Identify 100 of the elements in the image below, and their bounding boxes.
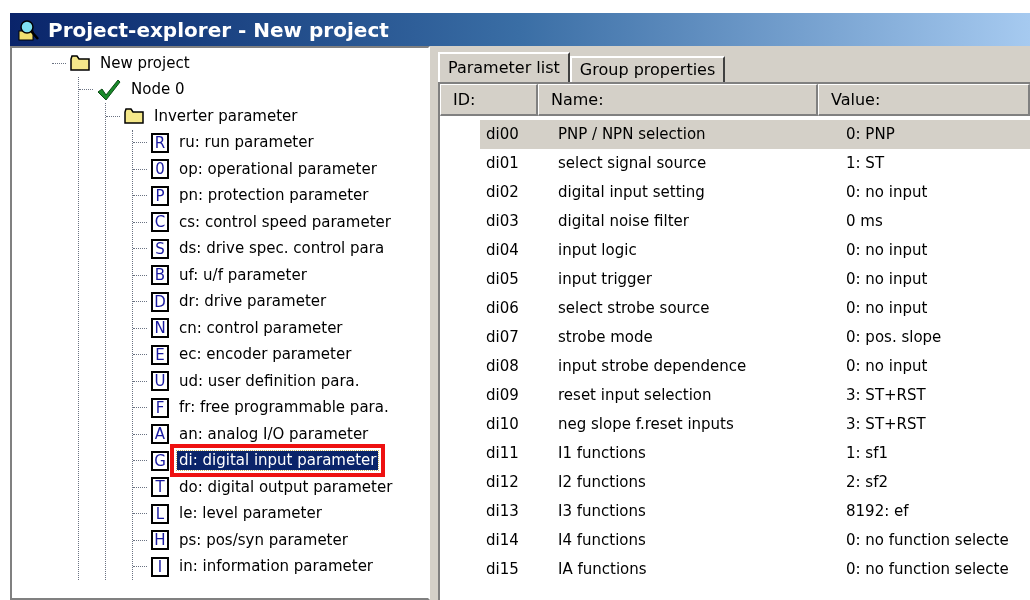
table-cell-text: di10 xyxy=(485,414,520,436)
tab[interactable]: Parameter list xyxy=(438,52,570,82)
table-cell-text: 0: no function selecte xyxy=(845,530,1009,552)
tree-item[interactable]: cs: control speed parameter xyxy=(177,212,393,232)
tab[interactable]: Group properties xyxy=(569,56,726,82)
tree-item[interactable]: Node 0 xyxy=(129,80,187,100)
tree-item[interactable]: op: operational parameter xyxy=(177,159,379,179)
table-cell-text: di09 xyxy=(485,385,520,407)
table-cell-text: di01 xyxy=(485,153,520,175)
table-cell-text: reset input selection xyxy=(557,385,713,407)
folder-icon xyxy=(124,108,144,125)
letter-icon: B xyxy=(151,265,169,286)
letter-icon: P xyxy=(151,185,169,206)
table-cell-text: PNP / NPN selection xyxy=(557,124,707,146)
table-row[interactable]: di08 input strobe dependence 0: no input xyxy=(480,352,1030,381)
letter-icon: L xyxy=(151,503,169,524)
letter-icon: I xyxy=(151,556,169,577)
tree-item[interactable]: ds: drive spec. control para xyxy=(177,239,387,259)
letter-icon: T xyxy=(151,477,169,498)
tree-item[interactable]: ps: pos/syn parameter xyxy=(177,530,350,550)
table-cell-text: 0: no input xyxy=(845,269,928,291)
table-cell-text: 0 ms xyxy=(845,211,883,233)
window-title: Project-explorer - New project xyxy=(48,16,389,44)
table-cell-text: di04 xyxy=(485,240,520,262)
table-row[interactable]: di04 input logic 0: no input xyxy=(480,236,1030,265)
tree-item[interactable]: New project xyxy=(98,53,192,73)
tree-item[interactable]: Inverter parameter xyxy=(152,106,300,126)
tree-item[interactable]: uf: u/f parameter xyxy=(177,265,309,285)
table-row[interactable]: di10 neg slope f.reset inputs 3: ST+RST xyxy=(480,410,1030,439)
table-cell-text: digital noise filter xyxy=(557,211,690,233)
table-cell-text: di06 xyxy=(485,298,520,320)
tree-item[interactable]: do: digital output parameter xyxy=(177,477,395,497)
table-row[interactable]: di03 digital noise filter 0 ms xyxy=(480,207,1030,236)
table-cell-text: 0: pos. slope xyxy=(845,327,942,349)
column-header[interactable]: Name: xyxy=(538,84,818,116)
column-header[interactable]: Value: xyxy=(818,84,1030,116)
table-cell-text: di03 xyxy=(485,211,520,233)
folder-icon xyxy=(70,55,90,72)
tree-item[interactable]: ru: run parameter xyxy=(177,133,316,153)
table-row[interactable]: di09 reset input selection 3: ST+RST xyxy=(480,381,1030,410)
table-cell-text: 0: no input xyxy=(845,298,928,320)
tree-item[interactable]: dr: drive parameter xyxy=(177,292,329,312)
letter-icon: E xyxy=(151,344,169,365)
tree-item[interactable]: ud: user definition para. xyxy=(177,371,362,391)
letter-icon: R xyxy=(151,132,169,153)
table-cell-text: di00 xyxy=(485,124,520,146)
letter-icon: N xyxy=(151,318,169,339)
table-row[interactable]: di02 digital input setting 0: no input xyxy=(480,178,1030,207)
table-row[interactable]: di12 I2 functions 2: sf2 xyxy=(480,468,1030,497)
tree-item[interactable]: fr: free programmable para. xyxy=(177,398,391,418)
table-cell-text: 3: ST+RST xyxy=(845,414,926,436)
table-cell-text: 3: ST+RST xyxy=(845,385,926,407)
table-cell-text: di13 xyxy=(485,501,520,523)
table-cell-text: 0: no input xyxy=(845,182,928,204)
table-cell-text: input trigger xyxy=(557,269,653,291)
table-cell-text: 1: ST xyxy=(845,153,885,175)
table-row[interactable]: di01 select signal source 1: ST xyxy=(480,149,1030,178)
table-row[interactable]: di00 PNP / NPN selection 0: PNP xyxy=(480,120,1030,149)
table-row[interactable]: di06 select strobe source 0: no input xyxy=(480,294,1030,323)
table-cell-text: neg slope f.reset inputs xyxy=(557,414,735,436)
table-cell-text: IA functions xyxy=(557,559,648,581)
table-cell-text: 0: PNP xyxy=(845,124,895,146)
table-cell-text: di07 xyxy=(485,327,520,349)
letter-icon: S xyxy=(151,238,169,259)
table-cell-text: select signal source xyxy=(557,153,708,175)
table-cell-text: input strobe dependence xyxy=(557,356,748,378)
letter-icon: G xyxy=(151,450,169,471)
tree-item[interactable]: an: analog I/O parameter xyxy=(177,424,371,444)
tree-item[interactable]: le: level parameter xyxy=(177,504,324,524)
letter-icon: A xyxy=(151,424,169,445)
table-cell-text: 0: no function selecte xyxy=(845,559,1009,581)
table-cell-text: strobe mode xyxy=(557,327,654,349)
magnifier-icon xyxy=(18,18,40,41)
tree-item[interactable]: cn: control parameter xyxy=(177,318,345,338)
tree-item[interactable]: ec: encoder parameter xyxy=(177,345,354,365)
table-cell-text: 8192: ef xyxy=(845,501,909,523)
checkmark-icon xyxy=(97,78,121,101)
letter-icon: U xyxy=(151,371,169,392)
table-cell-text: di11 xyxy=(485,443,520,465)
letter-icon: 0 xyxy=(151,159,169,180)
table-row[interactable]: di07 strobe mode 0: pos. slope xyxy=(480,323,1030,352)
table-cell-text: 2: sf2 xyxy=(845,472,888,494)
table-cell-text: di14 xyxy=(485,530,520,552)
column-header[interactable]: ID: xyxy=(440,84,538,116)
table-cell-text: input logic xyxy=(557,240,638,262)
letter-icon: H xyxy=(151,530,169,551)
table-row[interactable]: di13 I3 functions 8192: ef xyxy=(480,497,1030,526)
table-cell-text: I2 functions xyxy=(557,472,647,494)
table-cell-text: 0: no input xyxy=(845,240,928,262)
table-cell-text: di15 xyxy=(485,559,520,581)
letter-icon: F xyxy=(151,397,169,418)
table-cell-text: di08 xyxy=(485,356,520,378)
table-row[interactable]: di14 I4 functions 0: no function selecte xyxy=(480,526,1030,555)
table-row[interactable]: di11 I1 functions 1: sf1 xyxy=(480,439,1030,468)
tree-item[interactable]: in: information parameter xyxy=(177,557,376,577)
table-cell-text: 1: sf1 xyxy=(845,443,888,465)
table-row[interactable]: di05 input trigger 0: no input xyxy=(480,265,1030,294)
table-row[interactable]: di15 IA functions 0: no function selecte xyxy=(480,555,1030,584)
table-cell-text: select strobe source xyxy=(557,298,711,320)
tree-item[interactable]: pn: protection parameter xyxy=(177,186,371,206)
